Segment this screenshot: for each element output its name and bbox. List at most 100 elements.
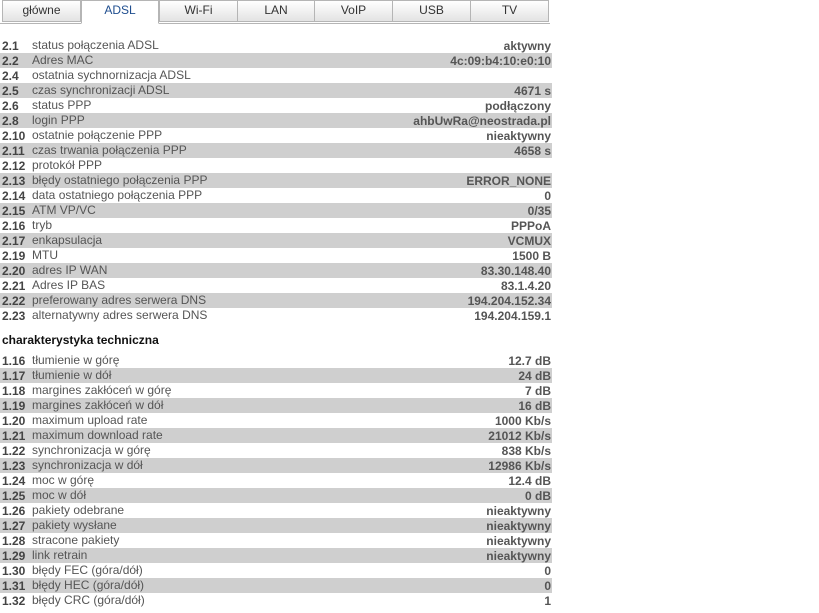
table-row: 1.27 pakiety wysłane nieaktywny [0, 518, 552, 533]
row-value: 838 Kb/s [501, 444, 551, 458]
table-row: 2.12 protokół PPP [0, 158, 552, 173]
row-number: 2.21 [2, 279, 26, 293]
row-number: 2.5 [2, 84, 19, 98]
table-row: 1.31 błędy HEC (góra/dół) 0 [0, 578, 552, 593]
row-number: 2.16 [2, 219, 26, 233]
row-number: 2.11 [2, 144, 25, 158]
row-number: 2.2 [2, 54, 19, 68]
tab-label: VoIP [340, 3, 367, 17]
table-row: 2.15 ATM VP/VC 0/35 [0, 203, 552, 218]
table-row: 1.23 synchronizacja w dół 12986 Kb/s [0, 458, 552, 473]
row-label: Adres MAC [32, 53, 94, 67]
row-label: tryb [32, 218, 53, 232]
row-value: 1000 Kb/s [494, 414, 551, 428]
row-number: 1.21 [2, 429, 26, 443]
row-number: 1.28 [2, 534, 26, 548]
row-value: ERROR_NONE [466, 174, 551, 188]
row-label: tłumienie w dół [32, 368, 112, 382]
row-value: aktywny [503, 39, 551, 53]
row-label: alternatywny adres serwera DNS [32, 308, 208, 322]
row-number: 1.25 [2, 489, 26, 503]
row-value: 1 [544, 594, 551, 608]
row-value: 12986 Kb/s [488, 459, 551, 473]
tab-voip[interactable]: VoIP [314, 0, 393, 22]
section-heading-tech: charakterystyka techniczna [2, 333, 159, 347]
row-value: 0 [544, 579, 551, 593]
row-value: PPPoA [510, 219, 551, 233]
row-label: pakiety odebrane [32, 503, 125, 517]
row-number: 2.10 [2, 129, 26, 143]
tab-bar: główne ADSL Wi-Fi LAN VoIP USB TV [0, 0, 550, 24]
row-label: ostatnia sychnornizacja ADSL [32, 68, 191, 82]
tab-lan[interactable]: LAN [237, 0, 315, 22]
table-row: 1.17 tłumienie w dół 24 dB [0, 368, 552, 383]
row-number: 1.22 [2, 444, 26, 458]
row-value: 7 dB [524, 384, 551, 398]
row-value: ahbUwRa@neostrada.pl [413, 114, 551, 128]
tab-label: USB [419, 3, 444, 17]
table-row: 2.8 login PPP ahbUwRa@neostrada.pl [0, 113, 552, 128]
row-label: link retrain [32, 548, 88, 562]
row-label: preferowany adres serwera DNS [32, 293, 207, 307]
row-label: ostatnie połączenie PPP [32, 128, 163, 142]
tab-usb[interactable]: USB [392, 0, 471, 22]
table-row: 2.19 MTU 1500 B [0, 248, 552, 263]
tab-label: główne [22, 3, 61, 17]
row-number: 2.20 [2, 264, 26, 278]
row-value: 21012 Kb/s [488, 429, 551, 443]
row-number: 1.23 [2, 459, 26, 473]
row-value: 83.30.148.40 [480, 264, 551, 278]
tab-label: LAN [264, 3, 288, 17]
row-value: 83.1.4.20 [500, 279, 551, 293]
tab-wifi[interactable]: Wi-Fi [159, 0, 238, 22]
row-number: 2.13 [2, 174, 26, 188]
row-number: 2.19 [2, 249, 26, 263]
row-number: 2.15 [2, 204, 26, 218]
table-row: 1.26 pakiety odebrane nieaktywny [0, 503, 552, 518]
row-label: data ostatniego połączenia PPP [32, 188, 203, 202]
row-value: VCMUX [507, 234, 551, 248]
tab-adsl[interactable]: ADSL [81, 0, 159, 24]
row-label: błędy HEC (góra/dół) [32, 578, 145, 592]
table-row: 2.11 czas trwania połączenia PPP 4658 s [0, 143, 552, 158]
table-row: 1.28 stracone pakiety nieaktywny [0, 533, 552, 548]
table-row: 1.19 margines zakłóceń w dół 16 dB [0, 398, 552, 413]
row-number: 1.24 [2, 474, 26, 488]
row-label: maximum upload rate [32, 413, 148, 427]
row-number: 2.8 [2, 114, 19, 128]
row-label: maximum download rate [32, 428, 163, 442]
row-number: 1.31 [2, 579, 26, 593]
table-row: 1.29 link retrain nieaktywny [0, 548, 552, 563]
row-number: 1.19 [2, 399, 26, 413]
tab-tv[interactable]: TV [470, 0, 549, 22]
row-value: 0/35 [527, 204, 551, 218]
row-label: synchronizacja w dół [32, 458, 143, 472]
row-number: 1.17 [2, 369, 26, 383]
row-label: login PPP [32, 113, 85, 127]
row-value: 16 dB [518, 399, 551, 413]
table-row: 2.4 ostatnia sychnornizacja ADSL [0, 68, 552, 83]
table-row: 2.1 status połączenia ADSL aktywny [0, 38, 552, 53]
adsl-status-table: 2.1 status połączenia ADSL aktywny 2.2 Adres… [0, 38, 552, 323]
row-number: 2.14 [2, 189, 26, 203]
tab-glowne[interactable]: główne [2, 0, 81, 22]
row-label: ATM VP/VC [32, 203, 96, 217]
table-row: 2.6 status PPP podłączony [0, 98, 552, 113]
row-value: 24 dB [518, 369, 551, 383]
row-value: 12.7 dB [508, 354, 551, 368]
table-row: 2.13 błędy ostatniego połączenia PPP ERROR… [0, 173, 552, 188]
table-row: 1.30 błędy FEC (góra/dół) 0 [0, 563, 552, 578]
row-value: nieaktywny [486, 534, 551, 548]
table-row: 2.14 data ostatniego połączenia PPP 0 [0, 188, 552, 203]
table-row: 1.18 margines zakłóceń w górę 7 dB [0, 383, 552, 398]
row-label: czas trwania połączenia PPP [32, 143, 187, 157]
row-label: błędy FEC (góra/dół) [32, 563, 143, 577]
table-row: 2.5 czas synchronizacji ADSL 4671 s [0, 83, 552, 98]
row-number: 1.26 [2, 504, 26, 518]
row-value: 194.204.159.1 [474, 309, 551, 323]
row-label: synchronizacja w górę [32, 443, 151, 457]
row-value: 0 [544, 564, 551, 578]
row-number: 1.27 [2, 519, 26, 533]
row-value: nieaktywny [486, 504, 551, 518]
table-row: 2.22 preferowany adres serwera DNS 194.204… [0, 293, 552, 308]
